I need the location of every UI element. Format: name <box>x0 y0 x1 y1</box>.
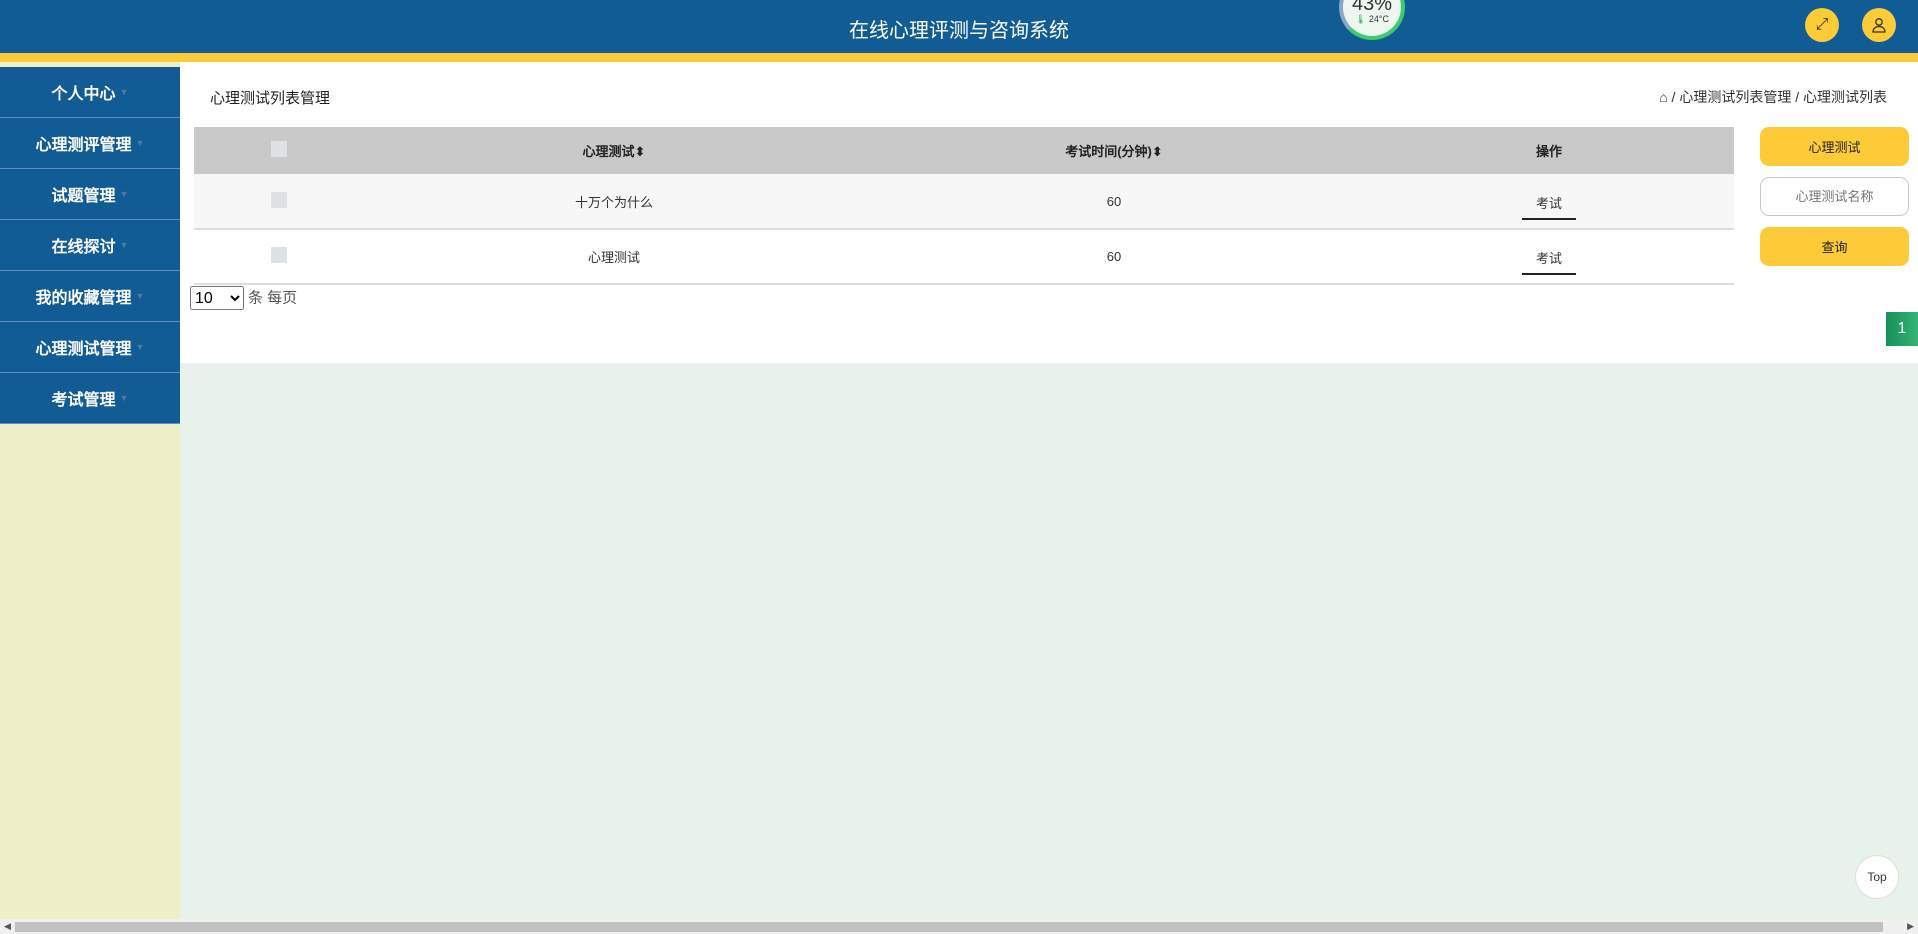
caret-down-icon: ▼ <box>119 87 129 97</box>
sidebar-item-label: 我的收藏管理 <box>35 290 132 307</box>
table-row: 十万个为什么 60 考试 <box>194 174 1734 230</box>
search-input[interactable] <box>1760 177 1909 216</box>
thermometer-icon: 🌡 <box>1354 14 1367 24</box>
select-all-checkbox[interactable] <box>271 141 287 157</box>
accent-band <box>0 53 1918 62</box>
sidebar-item-assessment[interactable]: 心理测评管理 ▼ <box>0 118 180 169</box>
caret-down-icon: ▼ <box>135 138 145 148</box>
cell-test-name: 十万个为什么 <box>364 174 864 230</box>
sidebar-item-favorites[interactable]: 我的收藏管理 ▼ <box>0 271 180 322</box>
exam-button[interactable]: 考试 <box>1521 189 1576 220</box>
caret-down-icon: ▼ <box>119 393 129 403</box>
breadcrumb-item[interactable]: 心理测试列表管理 <box>1679 89 1791 105</box>
page-title: 心理测试列表管理 <box>210 90 331 107</box>
cell-time: 60 <box>864 229 1364 285</box>
sidebar-item-personal-center[interactable]: 个人中心 ▼ <box>0 67 180 118</box>
search-button[interactable]: 查询 <box>1760 227 1909 266</box>
humidity-value: 43% <box>1351 0 1393 15</box>
scrollbar-thumb[interactable] <box>15 922 1883 932</box>
row-checkbox[interactable] <box>271 191 287 208</box>
sidebar-item-questions[interactable]: 试题管理 ▼ <box>0 169 180 220</box>
sidebar-item-label: 个人中心 <box>51 86 116 103</box>
sidebar-item-discussion[interactable]: 在线探讨 ▼ <box>0 220 180 271</box>
sidebar-item-label: 考试管理 <box>51 392 116 409</box>
user-button[interactable] <box>1862 8 1896 42</box>
table-header: 心理测试⬍ 考试时间(分钟)⬍ 操作 <box>194 127 1734 174</box>
cell-time: 60 <box>864 174 1364 230</box>
fullscreen-button[interactable]: ⤢ <box>1805 8 1839 42</box>
sidebar-item-exams[interactable]: 考试管理 ▼ <box>0 373 180 424</box>
caret-down-icon: ▼ <box>119 189 129 199</box>
expand-icon: ⤢ <box>1815 16 1829 33</box>
scroll-left-icon[interactable]: ◀ <box>4 921 11 932</box>
horizontal-scrollbar[interactable]: ◀ ▶ <box>0 919 1918 934</box>
exam-button[interactable]: 考试 <box>1521 244 1576 275</box>
row-checkbox[interactable] <box>271 247 287 263</box>
home-icon[interactable]: ⌂ <box>1659 89 1667 105</box>
sort-icon[interactable]: ⬍ <box>1152 144 1163 159</box>
sidebar-item-tests[interactable]: 心理测试管理 ▼ <box>0 322 180 373</box>
column-header-test[interactable]: 心理测试⬍ <box>364 127 864 174</box>
breadcrumb: ⌂ / 心理测试列表管理 / 心理测试列表 <box>1659 89 1887 105</box>
page-size-select[interactable]: 10 <box>190 286 244 310</box>
page-size-control: 10条 每页 <box>190 286 297 310</box>
main-panel: 心理测试列表管理 ⌂ / 心理测试列表管理 / 心理测试列表 心理测试⬍ 考试时… <box>180 62 1918 363</box>
caret-down-icon: ▼ <box>135 291 145 301</box>
sidebar-item-label: 试题管理 <box>51 188 116 205</box>
app-title: 在线心理评测与咨询系统 <box>849 20 1069 42</box>
table-row: 心理测试 60 考试 <box>194 229 1734 285</box>
back-to-top-button[interactable]: Top <box>1855 855 1899 899</box>
page-size-label: 条 每页 <box>248 289 298 307</box>
sidebar: 个人中心 ▼ 心理测评管理 ▼ 试题管理 ▼ 在线探讨 ▼ 我的收藏管理 ▼ 心理测试管理… <box>0 62 180 919</box>
column-header-action: 操作 <box>1364 127 1734 174</box>
column-header-time[interactable]: 考试时间(分钟)⬍ <box>864 127 1364 174</box>
caret-down-icon: ▼ <box>135 342 145 352</box>
page-number-current[interactable]: 1 <box>1886 312 1918 346</box>
user-icon <box>1872 18 1886 33</box>
caret-down-icon: ▼ <box>119 240 129 250</box>
cell-test-name: 心理测试 <box>364 229 864 285</box>
temperature-value: 24°C <box>1368 14 1390 24</box>
sidebar-item-label: 心理测评管理 <box>35 137 132 154</box>
sort-icon[interactable]: ⬍ <box>635 144 646 159</box>
sidebar-item-label: 心理测试管理 <box>35 341 132 358</box>
category-button[interactable]: 心理测试 <box>1760 127 1909 166</box>
top-header: 在线心理评测与咨询系统 43% 🌡 24°C ⤢ <box>0 0 1918 53</box>
breadcrumb-item: 心理测试列表 <box>1803 89 1887 105</box>
test-table: 心理测试⬍ 考试时间(分钟)⬍ 操作 十万个为什么 60 考试 心理测试 60 … <box>194 127 1734 285</box>
sidebar-item-label: 在线探讨 <box>51 239 116 256</box>
scroll-right-icon[interactable]: ▶ <box>1907 921 1914 932</box>
